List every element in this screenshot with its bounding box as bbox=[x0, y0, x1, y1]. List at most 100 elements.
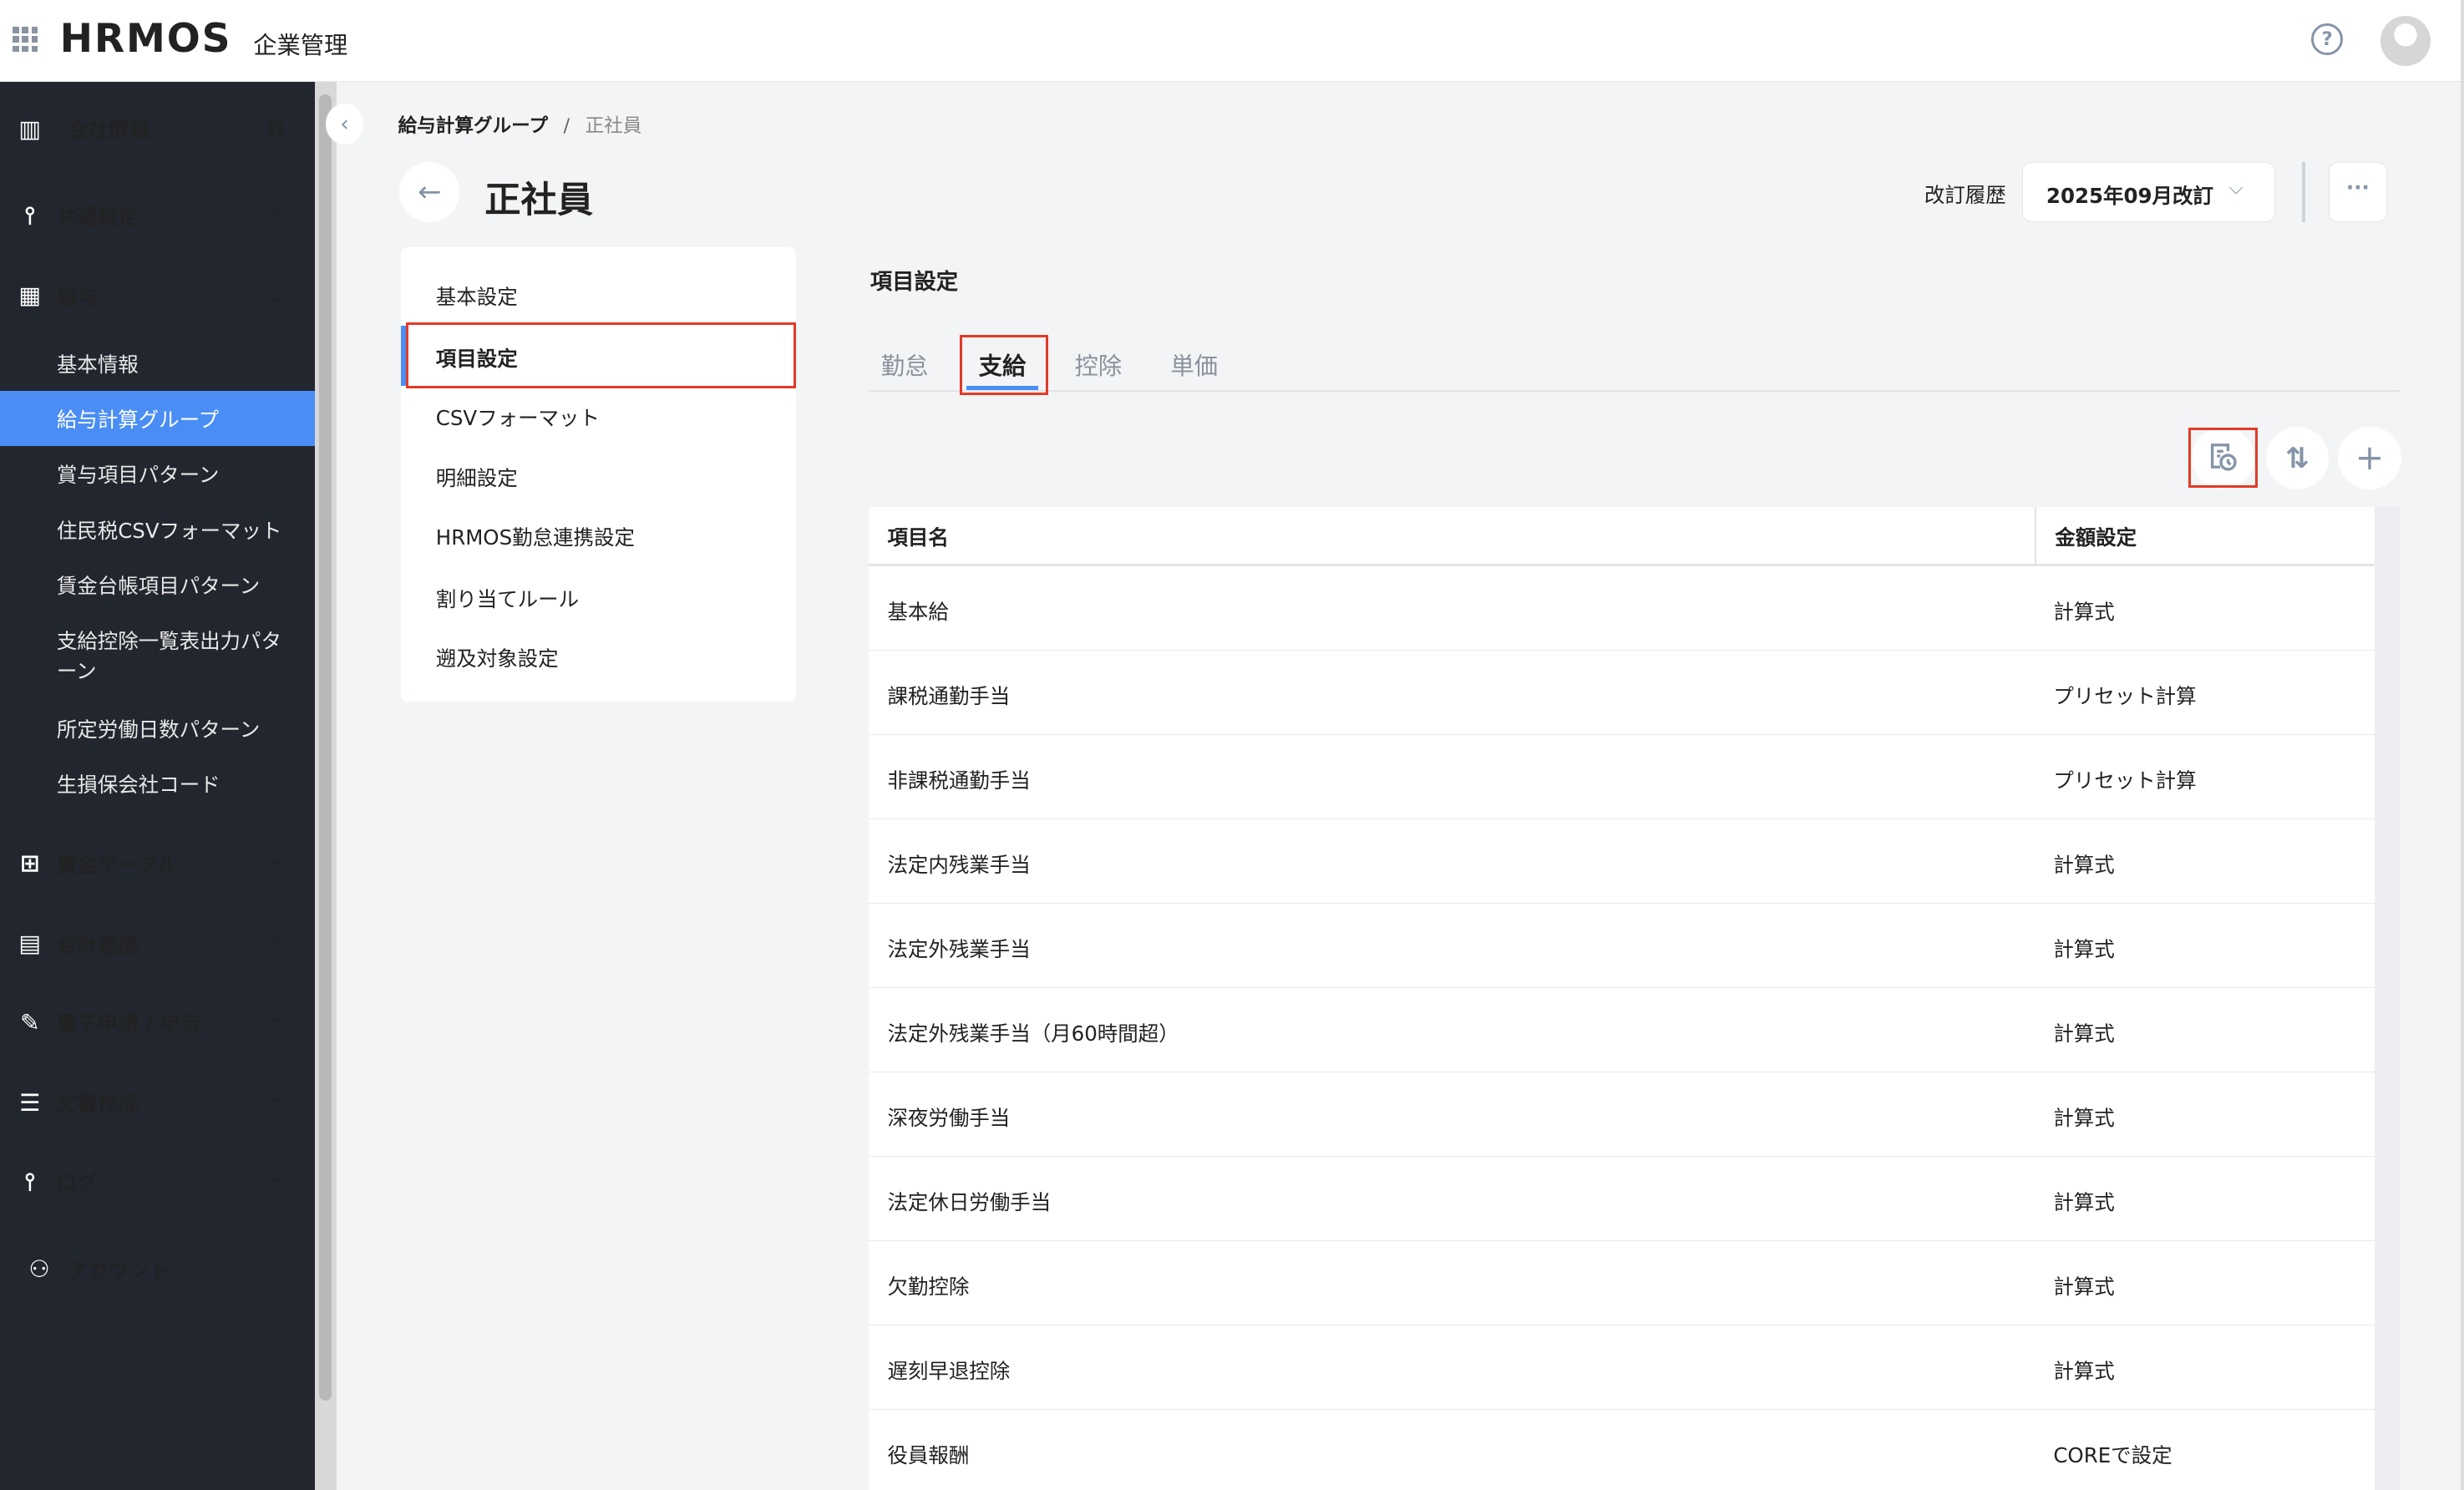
sidebar-item-label: 共通設定 bbox=[56, 204, 139, 229]
tab-divider bbox=[868, 390, 2400, 393]
chevron-down-icon[interactable]: ﹀ bbox=[267, 203, 285, 228]
sidebar-subitem[interactable]: 基本情報 bbox=[0, 336, 315, 391]
revision-value: 2025年09月改訂 bbox=[2046, 183, 2213, 208]
subnav-item-label: CSVフォーマット bbox=[435, 406, 600, 431]
sidebar-item-label: 賃金テーブル bbox=[56, 852, 179, 877]
table-row[interactable]: 遅刻早退控除 計算式 bbox=[868, 1325, 2375, 1410]
logo[interactable]: HRMOS bbox=[60, 16, 232, 62]
chevron-down-icon[interactable]: ﹀ bbox=[267, 931, 285, 956]
section-title: 項目設定 bbox=[869, 269, 959, 295]
amount-setting: COREで設定 bbox=[2053, 1442, 2172, 1467]
sidebar-item-bottom[interactable]: ⫯ ログ ﹀ bbox=[0, 1168, 315, 1196]
table-row[interactable]: 法定内残業手当 計算式 bbox=[868, 819, 2375, 905]
sidebar-subitem-label: 所定労働日数パターン bbox=[56, 717, 261, 742]
breadcrumb-separator: / bbox=[563, 114, 570, 137]
subnav-item[interactable]: 遡及対象設定 bbox=[401, 626, 796, 687]
sort-button[interactable]: ⇅ bbox=[2265, 426, 2330, 489]
scrollbar-thumb[interactable] bbox=[319, 94, 332, 1401]
subnav-item[interactable]: 明細設定 bbox=[401, 445, 796, 505]
amount-setting: 計算式 bbox=[2053, 936, 2115, 961]
document-icon: ☰ bbox=[19, 1088, 41, 1117]
product-name: 企業管理 bbox=[253, 32, 348, 60]
add-item-button[interactable]: + bbox=[2338, 426, 2401, 489]
chevron-down-icon[interactable]: ﹀ bbox=[267, 1091, 285, 1116]
column-divider bbox=[2034, 506, 2036, 567]
sidebar-subitem[interactable]: 住民税CSVフォーマット bbox=[0, 503, 315, 558]
subnav-item[interactable]: 基本設定 bbox=[401, 264, 796, 324]
more-options-button[interactable]: ··· bbox=[2329, 162, 2387, 222]
sidebar-item-0[interactable]: ▥ 会社情報 ⧉ bbox=[0, 115, 315, 144]
table-row[interactable]: 法定休日労働手当 計算式 bbox=[868, 1156, 2375, 1241]
sliders-icon: ⫯ bbox=[24, 201, 35, 230]
table-row[interactable]: 法定外残業手当 計算式 bbox=[868, 904, 2375, 989]
sidebar-item-bottom[interactable]: ⊞ 賃金テーブル ﹀ bbox=[0, 849, 315, 878]
item-name: 欠勤控除 bbox=[887, 1274, 970, 1299]
subnav-item[interactable]: 割り当てルール bbox=[401, 566, 796, 626]
subnav-item[interactable]: 項目設定 bbox=[401, 322, 797, 389]
sidebar-item-2[interactable]: ▦ 給与 ︿ bbox=[0, 281, 315, 310]
table-row[interactable]: 役員報酬 COREで設定 bbox=[868, 1409, 2375, 1490]
sidebar-item-1[interactable]: ⫯ 共通設定 ﹀ bbox=[0, 201, 315, 230]
tab-2[interactable]: 控除 bbox=[1075, 347, 1123, 382]
divider bbox=[2301, 162, 2305, 222]
avatar[interactable] bbox=[2380, 15, 2431, 67]
subnav-item-label: 遡及対象設定 bbox=[435, 646, 559, 672]
sidebar-subitem-label: 基本情報 bbox=[56, 352, 139, 377]
sidebar-subitem-label: 支給控除一覧表出力パターン bbox=[56, 628, 281, 683]
sidebar-item-bottom[interactable]: ☰ 文書作成 ﹀ bbox=[0, 1089, 315, 1118]
sidebar-subitem[interactable]: 所定労働日数パターン bbox=[0, 701, 315, 756]
top-header: HRMOS 企業管理 ? bbox=[0, 0, 2464, 82]
chevron-down-icon[interactable]: ﹀ bbox=[267, 1010, 285, 1035]
chevron-down-icon[interactable]: ﹀ bbox=[267, 851, 285, 876]
page-title: 正社員 bbox=[484, 180, 594, 222]
sidebar-item-label: 会計連携 bbox=[56, 932, 139, 957]
tab-0[interactable]: 勤怠 bbox=[881, 347, 929, 382]
revision-label: 改訂履歴 bbox=[1924, 182, 2006, 207]
chevron-up-icon[interactable]: ︿ bbox=[267, 283, 285, 308]
sidebar-subitem[interactable]: 賞与項目パターン bbox=[0, 446, 315, 501]
item-name: 法定外残業手当（月60時間超） bbox=[887, 1021, 1179, 1046]
subnav-item-label: 明細設定 bbox=[435, 465, 518, 490]
sidebar-subitem[interactable]: 生損保会社コード bbox=[0, 756, 315, 811]
sidebar-item-bottom[interactable]: ✎ 電子申請 / 申告 ﹀ bbox=[0, 1009, 315, 1037]
amount-setting: 計算式 bbox=[2053, 599, 2115, 624]
breadcrumb-parent[interactable]: 給与計算グループ bbox=[398, 115, 548, 137]
sidebar-subitem[interactable]: 給与計算グループ bbox=[0, 391, 315, 447]
table-row[interactable]: 基本給 計算式 bbox=[868, 566, 2375, 651]
sidebar-subitem[interactable]: 賃金台帳項目パターン bbox=[0, 558, 315, 613]
sidebar-subitem-label: 住民税CSVフォーマット bbox=[56, 519, 282, 544]
calculator-icon: ▦ bbox=[18, 281, 42, 310]
revision-select[interactable]: 2025年09月改訂 ⌵ bbox=[2021, 162, 2275, 222]
sidebar-item-label: 会社情報 bbox=[68, 117, 150, 142]
column-header-amount[interactable]: 金額設定 bbox=[2055, 522, 2137, 551]
chevron-down-icon[interactable]: ﹀ bbox=[267, 1169, 285, 1194]
highlight-box bbox=[960, 335, 1048, 395]
sidebar-item-label: 給与 bbox=[56, 284, 98, 309]
sidebar-item-account[interactable]: ⚇ アカウント bbox=[0, 1255, 315, 1284]
item-name: 基本給 bbox=[887, 599, 949, 624]
chevron-down-icon: ⌵ bbox=[2228, 176, 2243, 199]
subnav-item[interactable]: HRMOS勤怠連携設定 bbox=[401, 505, 796, 565]
subnav-item[interactable]: CSVフォーマット bbox=[401, 386, 796, 446]
sidebar-item-label: 電子申請 / 申告 bbox=[56, 1011, 201, 1036]
table-scroll-track[interactable] bbox=[2374, 506, 2400, 1490]
tab-3[interactable]: 単価 bbox=[1171, 347, 1219, 382]
back-button[interactable]: ← bbox=[399, 162, 460, 222]
external-link-icon[interactable]: ⧉ bbox=[267, 116, 283, 142]
table-row[interactable]: 深夜労働手当 計算式 bbox=[868, 1072, 2375, 1157]
sidebar-subitem[interactable]: 支給控除一覧表出力パターン bbox=[0, 616, 315, 695]
sliders-icon: ⫯ bbox=[24, 1167, 35, 1195]
table-row[interactable]: 課税通勤手当 プリセット計算 bbox=[868, 651, 2375, 736]
item-name: 役員報酬 bbox=[887, 1442, 970, 1467]
table-row[interactable]: 欠勤控除 計算式 bbox=[868, 1240, 2375, 1325]
amount-setting: 計算式 bbox=[2053, 1021, 2115, 1046]
sidebar-item-bottom[interactable]: ▤ 会計連携 ﹀ bbox=[0, 930, 315, 958]
apps-grid-icon[interactable] bbox=[13, 27, 38, 53]
help-icon[interactable]: ? bbox=[2311, 23, 2343, 55]
table-row[interactable]: 非課税通勤手当 プリセット計算 bbox=[868, 735, 2375, 820]
table-header bbox=[868, 506, 2375, 567]
subnav-item-label: 割り当てルール bbox=[435, 586, 580, 611]
table-row[interactable]: 法定外残業手当（月60時間超） 計算式 bbox=[868, 988, 2375, 1072]
column-header-name[interactable]: 項目名 bbox=[887, 522, 948, 551]
item-name: 深夜労働手当 bbox=[887, 1105, 1011, 1130]
